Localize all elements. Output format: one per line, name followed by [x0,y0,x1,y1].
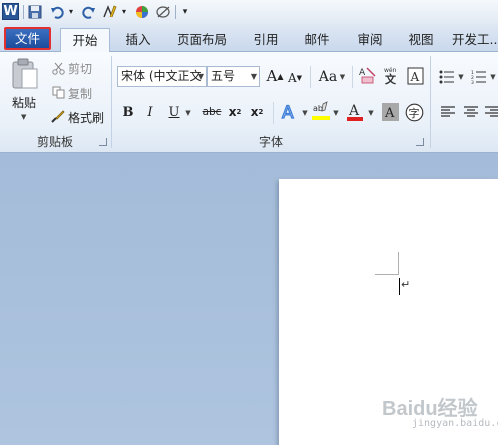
svg-text:A: A [282,103,294,122]
group-separator [111,56,112,148]
ribbon-tab-strip: 文件 开始 插入 页面布局 引用 邮件 审阅 视图 开发工... [0,24,498,53]
highlight-dropdown-icon[interactable]: ▼ [332,108,340,118]
format-painter-icon[interactable] [51,109,65,123]
separator [310,66,311,88]
ribbon-home: 粘贴 ▼ 剪切 复制 格式刷 剪贴板 宋体 (中文正文 ▼ 五号 ▼ A ▲ A ▼… [0,52,498,153]
svg-text:A: A [384,106,395,121]
svg-text:A: A [409,70,419,84]
phonetic-guide-icon[interactable]: wén 文 [382,65,404,87]
clear-formatting-icon[interactable]: A [358,65,378,87]
separator [273,102,274,124]
eraser-icon[interactable] [155,3,171,20]
copy-icon[interactable] [51,85,65,99]
color-wheel-icon[interactable] [134,3,150,20]
format-painter-button[interactable]: 格式刷 [68,109,104,126]
svg-text:字: 字 [408,106,419,120]
underline-icon[interactable]: U [166,102,182,122]
quick-access-toolbar: W ▾ ▾ ▾ [0,0,498,24]
bold-icon[interactable]: B [120,102,136,122]
subscript-icon[interactable]: x2 [226,102,244,122]
change-case-icon[interactable]: Aa [317,67,339,87]
font-color-icon[interactable]: A [345,101,365,123]
paragraph-mark-icon: ↵ [401,278,411,291]
tab-insert[interactable]: 插入 [118,28,158,52]
font-size-combo[interactable]: 五号 ▼ [207,66,260,87]
underline-dropdown-icon[interactable]: ▼ [184,108,192,118]
tab-home[interactable]: 开始 [60,28,110,53]
tab-references[interactable]: 引用 [246,28,286,52]
save-icon[interactable] [27,3,43,20]
svg-text:文: 文 [385,72,397,86]
customize-icon[interactable]: ▾ [180,3,190,20]
paste-button[interactable]: 粘贴 [12,94,36,111]
tab-view[interactable]: 视图 [401,28,441,52]
clipboard-launcher-icon[interactable] [99,138,107,146]
clipboard-group-label: 剪贴板 [36,135,73,149]
font-group-label: 字体 [258,135,283,149]
tab-file[interactable]: 文件 [4,27,51,50]
font-size-value: 五号 [211,69,236,83]
grow-font-icon[interactable]: A ▲ [266,66,284,86]
separator [352,66,353,88]
svg-text:A: A [348,103,360,119]
watermark: Baidu经验 [382,398,478,420]
margin-crop-mark [375,274,398,275]
tab-review[interactable]: 审阅 [350,28,390,52]
format-painter-icon[interactable] [101,3,119,20]
character-shading-icon[interactable]: A [381,102,399,122]
word-app-icon[interactable]: W [2,3,19,20]
bullets-dropdown-icon[interactable]: ▼ [457,72,465,82]
painter-dropdown-icon[interactable]: ▾ [120,3,128,20]
cut-button[interactable]: 剪切 [68,60,92,77]
toolbar-separator [175,5,176,19]
font-launcher-icon[interactable] [416,138,424,146]
group-separator [430,56,431,148]
italic-icon[interactable]: I [142,102,158,122]
strikethrough-icon[interactable]: abc [200,102,224,122]
copy-button[interactable]: 复制 [68,85,92,102]
align-right-icon[interactable] [485,103,498,121]
chevron-down-icon[interactable]: ▼ [251,67,257,86]
tab-mailings[interactable]: 邮件 [297,28,337,52]
font-color-dropdown-icon[interactable]: ▼ [367,108,375,118]
svg-text:A: A [359,68,366,78]
svg-text:ab: ab [313,104,323,113]
change-case-dropdown-icon[interactable]: ▼ [339,72,346,82]
redo-icon[interactable] [81,3,97,20]
text-effects-dropdown-icon[interactable]: ▼ [301,108,309,118]
numbering-dropdown-icon[interactable]: ▼ [489,72,497,82]
character-border-icon[interactable]: A [406,66,424,86]
cut-icon[interactable] [51,61,65,75]
undo-dropdown-icon[interactable]: ▾ [66,3,76,20]
font-name-value: 宋体 (中文正文 [121,69,202,83]
font-name-combo[interactable]: 宋体 (中文正文 ▼ [117,66,207,87]
bullets-icon[interactable] [438,67,456,87]
toolbar-separator [23,5,24,19]
shrink-font-icon[interactable]: A ▼ [287,68,303,88]
undo-icon[interactable] [49,3,65,20]
svg-text:3: 3 [471,80,474,84]
tab-developer[interactable]: 开发工... [452,28,498,52]
margin-crop-mark [398,252,399,275]
chevron-down-icon[interactable]: ▼ [198,67,204,86]
paste-icon[interactable] [10,56,40,92]
paste-dropdown-icon[interactable]: ▼ [21,113,26,121]
tab-page-layout[interactable]: 页面布局 [170,28,234,52]
superscript-icon[interactable]: x2 [248,102,266,122]
text-effects-icon[interactable]: A [280,101,300,123]
text-cursor [399,278,400,295]
align-center-icon[interactable] [462,103,480,121]
align-left-icon[interactable] [439,103,457,121]
enclose-characters-icon[interactable]: 字 [404,102,424,122]
numbering-icon[interactable]: 123 [470,67,488,87]
highlight-icon[interactable]: ab [311,101,331,123]
watermark-url: jingyan.baidu.com [412,418,498,429]
